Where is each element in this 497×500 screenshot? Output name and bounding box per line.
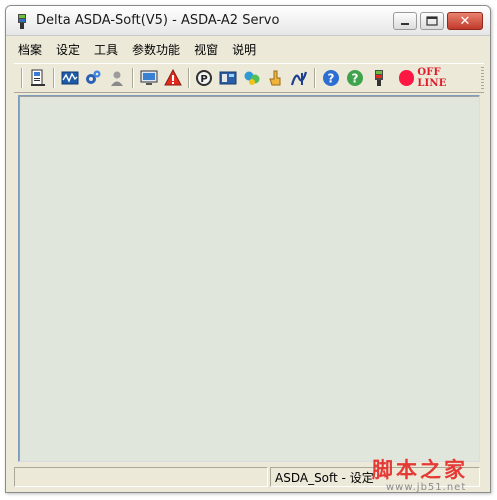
parameter-icon: P (196, 70, 213, 86)
title-bar[interactable]: Delta ASDA-Soft(V5) - ASDA-A2 Servo ✕ (6, 6, 490, 36)
tuning-icon (291, 71, 308, 86)
scope-icon (61, 71, 79, 85)
diagnosis-icon: ? (346, 70, 363, 86)
minimize-icon (401, 23, 409, 25)
drive-image-button[interactable] (217, 67, 239, 89)
diagnosis-button[interactable]: ? (344, 67, 366, 89)
toolbar-separator (314, 68, 317, 88)
connection-icon (374, 70, 383, 86)
watermark-url: www.jb51.net (386, 482, 467, 493)
maximize-icon (426, 16, 438, 26)
menu-help[interactable]: 说明 (232, 41, 256, 58)
monitor-button[interactable] (138, 67, 160, 89)
toolbar: P ? ? OFF LINE (14, 63, 485, 93)
tuning-button[interactable] (289, 67, 311, 89)
user-button[interactable] (106, 67, 128, 89)
menu-settings[interactable]: 设定 (56, 41, 80, 58)
window-title: Delta ASDA-Soft(V5) - ASDA-A2 Servo (36, 13, 280, 28)
alarm-warning-icon (163, 69, 182, 86)
scope-button[interactable] (59, 67, 81, 89)
parameter-button[interactable]: P (194, 67, 216, 89)
connection-status[interactable]: OFF LINE (395, 67, 478, 89)
menu-window[interactable]: 视窗 (194, 41, 218, 58)
connection-status-label: OFF LINE (417, 67, 447, 89)
toolbar-grip[interactable] (481, 67, 485, 89)
jog-hand-icon (268, 70, 281, 86)
alarm-button[interactable] (162, 67, 184, 89)
toolbar-separator (132, 68, 134, 88)
drive-image-icon (219, 71, 237, 85)
help-button[interactable]: ? (320, 67, 342, 89)
menu-file[interactable]: 档案 (18, 41, 42, 58)
minimize-button[interactable] (393, 12, 417, 30)
mdi-client-area[interactable] (18, 95, 480, 462)
toolbar-separator (21, 68, 23, 88)
site-watermark: 脚本之家 www.jb51.net (372, 454, 492, 498)
watermark-text: 脚本之家 (372, 457, 468, 482)
drive-properties-button[interactable] (27, 67, 49, 89)
svg-text:?: ? (351, 72, 358, 86)
monitor-icon (140, 70, 158, 85)
main-window: Delta ASDA-Soft(V5) - ASDA-A2 Servo ✕ 档案… (5, 5, 491, 493)
close-icon: ✕ (459, 13, 471, 29)
pr-path-icon (244, 71, 260, 85)
user-icon (111, 71, 124, 86)
toolbar-separator (52, 68, 55, 88)
pr-path-button[interactable] (241, 67, 263, 89)
help-icon: ? (323, 70, 340, 86)
menu-tools[interactable]: 工具 (94, 41, 118, 58)
menu-bar: 档案 设定 工具 参数功能 视窗 说明 (6, 37, 490, 61)
jog-button[interactable] (265, 67, 287, 89)
drive-properties-icon (30, 69, 45, 86)
connection-button[interactable] (368, 67, 390, 89)
status-pane-left (14, 467, 268, 487)
gear-config-icon (86, 70, 101, 84)
maximize-button[interactable] (420, 12, 444, 30)
menu-parameters[interactable]: 参数功能 (132, 41, 180, 58)
offline-indicator-icon (398, 70, 415, 86)
svg-text:P: P (201, 74, 208, 85)
app-icon (18, 14, 26, 29)
svg-text:?: ? (328, 72, 335, 86)
gear-config-button[interactable] (83, 67, 105, 89)
close-button[interactable]: ✕ (447, 12, 483, 30)
toolbar-separator (187, 68, 190, 88)
